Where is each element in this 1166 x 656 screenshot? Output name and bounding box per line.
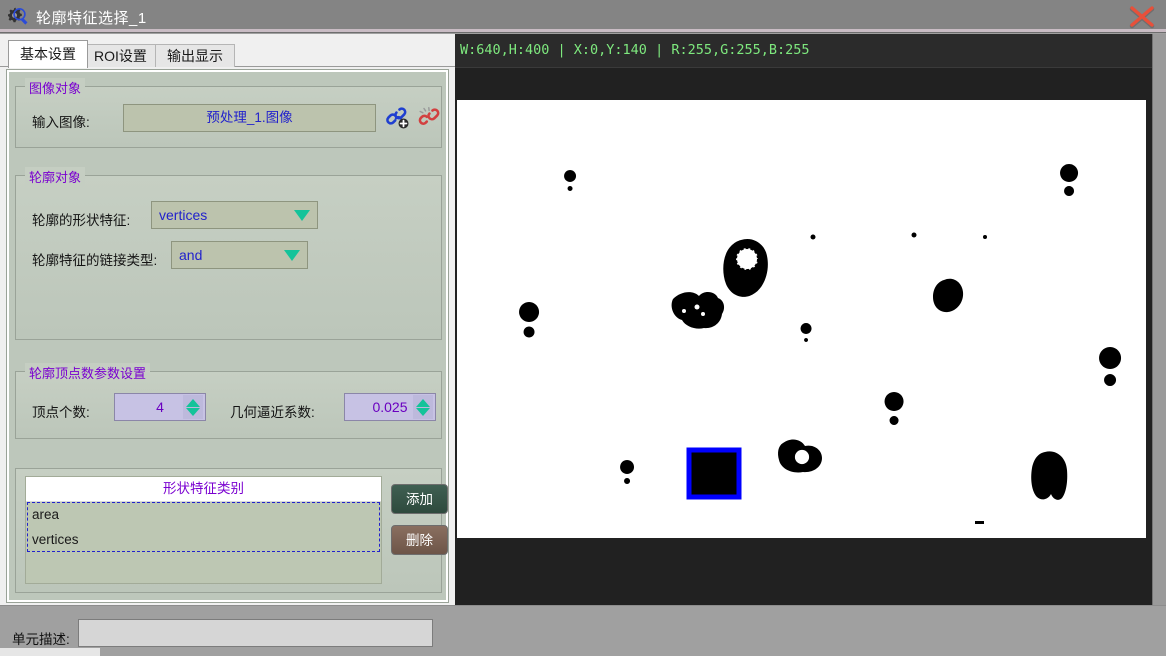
spin-down-icon[interactable] [416,407,430,416]
approx-spin-buttons[interactable] [413,395,433,419]
approx-coefficient-stepper[interactable]: 0.025 [344,393,436,421]
settings-panel-frame: 图像对象 输入图像: 预处理_1.图像 轮廓对象 轮廓的形状特征: vertic… [6,69,449,603]
image-object-group-title: 图像对象 [25,78,86,97]
close-icon[interactable] [1122,2,1162,32]
unit-description-label: 单元描述: [12,632,70,647]
bottom-bar: 单元描述: CSDN @labview社区 执行 [0,605,1166,656]
chevron-down-icon [281,242,303,268]
viewer-scrollbar[interactable] [1152,34,1166,605]
input-image-label: 输入图像: [32,115,90,130]
gear-magnifier-icon [6,5,30,29]
vertex-count-label: 顶点个数: [32,405,90,420]
link-type-value: and [179,247,203,263]
vertex-count-spin-buttons[interactable] [183,395,203,419]
chevron-down-icon [291,202,313,228]
vertex-count-stepper[interactable]: 4 [114,393,206,421]
binary-image-blobs [457,100,1146,538]
spin-down-icon[interactable] [186,407,200,416]
list-item[interactable]: vertices [26,527,381,552]
approx-coefficient-label: 几何逼近系数: [230,405,315,420]
vertex-params-group-title: 轮廓顶点数参数设置 [25,363,151,382]
image-canvas[interactable] [457,100,1146,538]
bottom-left-nub [0,648,100,656]
vertex-count-value: 4 [156,399,164,415]
tab-strip: 基本设置 ROI设置 输出显示 [0,34,455,68]
vertex-params-group: 轮廓顶点数参数设置 顶点个数: 4 几何逼近系数: 0.025 [15,363,442,439]
image-viewer-pane: W:640,H:400 | X:0,Y:140 | R:255,G:255,B:… [455,34,1166,605]
title-bar: 轮廓特征选择_1 [0,0,1166,33]
delete-button[interactable]: 删除 [391,525,448,555]
contour-selection-box [686,447,742,500]
unit-description-input[interactable] [78,619,433,647]
approx-coefficient-value: 0.025 [372,399,408,415]
spin-up-icon[interactable] [416,398,430,407]
image-status-bar: W:640,H:400 | X:0,Y:140 | R:255,G:255,B:… [455,34,1166,68]
tab-output-display[interactable]: 输出显示 [155,44,235,67]
shape-feature-label: 轮廓的形状特征: [32,213,131,228]
shape-feature-select[interactable]: vertices [151,201,318,229]
contour-object-group: 轮廓对象 轮廓的形状特征: vertices 轮廓特征的链接类型: and [15,167,442,340]
link-add-icon[interactable] [385,105,411,134]
settings-panel: 图像对象 输入图像: 预处理_1.图像 轮廓对象 轮廓的形状特征: vertic… [0,67,455,605]
application-window: 轮廓特征选择_1 基本设置 ROI设置 输出显示 图像对象 输入图像: 预处理_… [0,0,1166,656]
tab-basic-settings[interactable]: 基本设置 [8,40,88,68]
shape-feature-value: vertices [159,207,208,223]
link-type-select[interactable]: and [171,241,308,269]
shape-feature-listbox[interactable]: 形状特征类别 area vertices [25,476,382,584]
list-item[interactable]: area [26,502,381,527]
image-object-group: 图像对象 输入图像: 预处理_1.图像 [15,78,443,148]
title-bar-accent-strip [0,29,1166,32]
tab-roi-settings[interactable]: ROI设置 [82,44,159,67]
spin-up-icon[interactable] [186,398,200,407]
listbox-header: 形状特征类别 [26,477,381,502]
input-image-field[interactable]: 预处理_1.图像 [123,104,376,132]
link-break-icon[interactable] [417,105,443,134]
window-title: 轮廓特征选择_1 [36,10,147,27]
contour-object-group-title: 轮廓对象 [25,167,86,186]
link-type-label: 轮廓特征的链接类型: [32,253,158,268]
feature-list-group: 形状特征类别 area vertices 添加 删除 [15,468,448,593]
add-button[interactable]: 添加 [391,484,448,514]
